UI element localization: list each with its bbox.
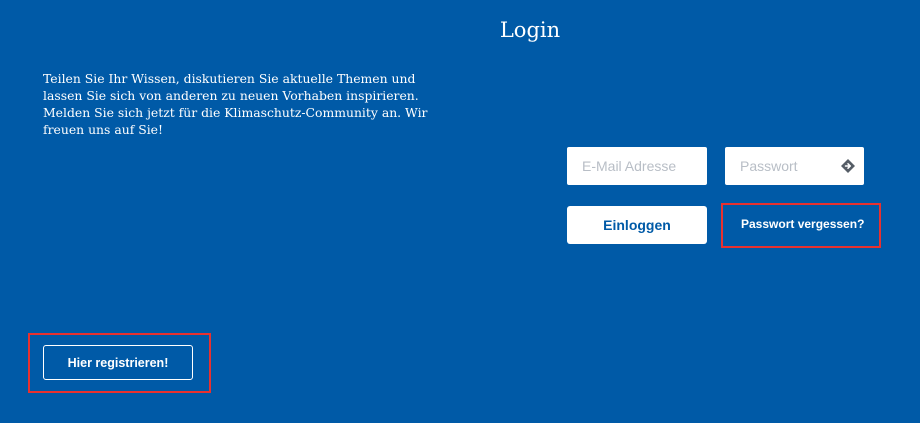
- forgot-password-link[interactable]: Passwort vergessen?: [741, 217, 864, 231]
- email-field-wrapper: [567, 147, 707, 185]
- register-button[interactable]: Hier registrieren!: [43, 345, 193, 380]
- password-field-wrapper: [725, 147, 864, 185]
- key-icon[interactable]: [840, 158, 856, 174]
- page-title: Login: [499, 18, 561, 42]
- login-button[interactable]: Einloggen: [567, 206, 707, 244]
- email-field[interactable]: [567, 147, 707, 185]
- intro-text: Teilen Sie Ihr Wissen, diskutieren Sie a…: [43, 71, 428, 137]
